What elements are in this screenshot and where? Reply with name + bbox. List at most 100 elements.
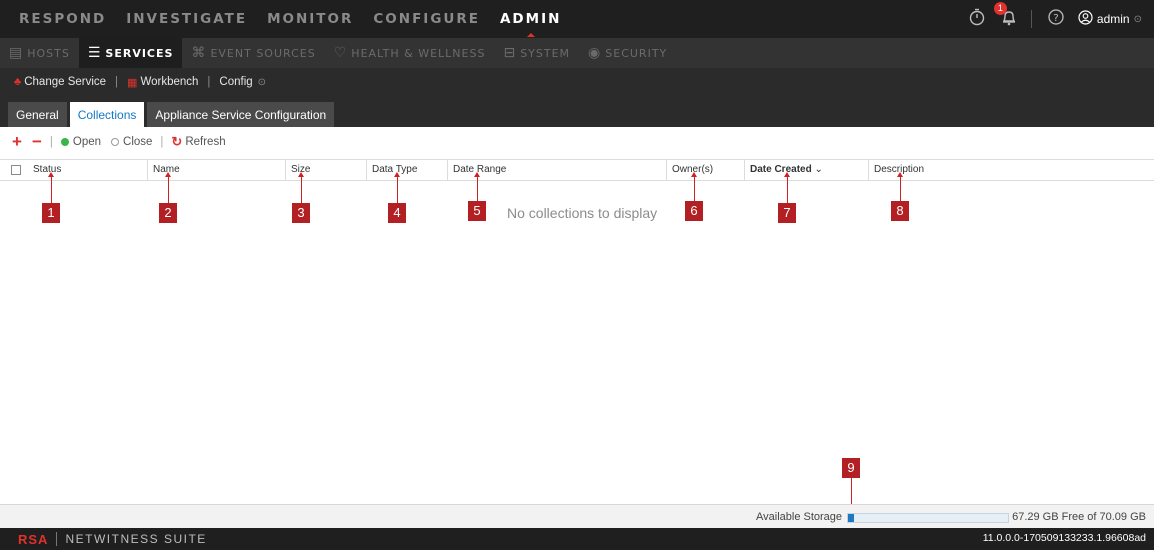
workbench-icon: ▦ xyxy=(127,76,138,89)
subnav-hosts-label: HOSTS xyxy=(27,46,70,60)
change-service-button[interactable]: Change Service xyxy=(24,76,106,88)
callout-marker: 9 xyxy=(842,458,860,478)
callout-marker: 3 xyxy=(292,203,310,223)
nav-investigate[interactable]: INVESTIGATE xyxy=(126,11,247,27)
storage-free-text: 67.29 GB Free of 70.09 GB xyxy=(1012,511,1146,523)
subnav-security-label: SECURITY xyxy=(605,46,668,60)
tab-general[interactable]: General xyxy=(8,102,67,127)
divider xyxy=(1030,10,1032,28)
stopwatch-icon[interactable] xyxy=(969,8,985,31)
user-name: admin xyxy=(1096,12,1130,26)
add-collection-button[interactable]: + xyxy=(12,132,22,152)
user-icon xyxy=(1078,10,1093,28)
callout-marker: 8 xyxy=(891,201,909,221)
column-description[interactable]: Description xyxy=(869,160,1154,180)
notification-badge: 1 xyxy=(993,1,1007,15)
rsa-logo: RSA xyxy=(18,531,49,547)
footer: RSA NETWITNESS SUITE 11.0.0.0-1705091332… xyxy=(0,528,1154,550)
select-all-checkbox[interactable] xyxy=(11,165,21,175)
subnav-hosts[interactable]: ▤ HOSTS xyxy=(0,38,79,68)
product-name: NETWITNESS SUITE xyxy=(65,532,207,546)
collections-table-header: Status Name Size Data Type Date Range Ow… xyxy=(0,159,1154,181)
callout-arrow xyxy=(784,172,790,203)
nav-respond[interactable]: RESPOND xyxy=(19,11,106,27)
callout-arrow xyxy=(48,172,54,203)
notifications-bell-icon[interactable]: 1 xyxy=(993,1,1017,31)
column-date-created[interactable]: Date Created ⌄ xyxy=(745,160,869,180)
column-status[interactable]: Status xyxy=(28,160,148,180)
open-button[interactable]: Open xyxy=(60,136,102,148)
divider: | xyxy=(115,76,119,88)
close-button[interactable]: Close xyxy=(101,136,152,148)
divider: | xyxy=(207,76,211,88)
callout-arrow xyxy=(691,172,697,201)
subnav-health-wellness-label: HEALTH & WELLNESS xyxy=(351,46,486,60)
config-dropdown[interactable]: Config xyxy=(219,76,252,88)
column-data-type[interactable]: Data Type xyxy=(367,160,448,180)
heart-icon: ♡ xyxy=(333,45,348,61)
open-label: Open xyxy=(72,136,102,148)
divider: | xyxy=(160,136,164,148)
storage-status-bar: Available Storage 67.29 GB Free of 70.09… xyxy=(0,504,1154,528)
callout-marker: 5 xyxy=(468,201,486,221)
nav-monitor[interactable]: MONITOR xyxy=(267,11,353,27)
change-service-icon: ♣ xyxy=(14,76,22,88)
callout-arrow xyxy=(897,172,903,201)
help-icon[interactable]: ? xyxy=(1048,8,1064,30)
subnav-health-wellness[interactable]: ♡ HEALTH & WELLNESS xyxy=(325,38,495,68)
callout-marker: 7 xyxy=(778,203,796,223)
column-size[interactable]: Size xyxy=(286,160,367,180)
svg-text:?: ? xyxy=(1053,13,1058,24)
callout-marker: 4 xyxy=(388,203,406,223)
callout-arrow xyxy=(298,172,304,203)
close-status-icon xyxy=(111,138,120,146)
column-date-range[interactable]: Date Range xyxy=(448,160,667,180)
system-icon: ⊟ xyxy=(503,45,517,61)
page: RESPOND INVESTIGATE MONITOR CONFIGURE AD… xyxy=(0,0,1154,550)
callout-marker: 2 xyxy=(159,203,177,223)
services-database-icon: ☰ xyxy=(87,45,102,61)
divider: | xyxy=(49,136,53,148)
callout-arrow xyxy=(474,172,480,201)
open-status-icon xyxy=(60,138,69,146)
storage-meter-fill xyxy=(848,514,854,522)
top-nav: RESPOND INVESTIGATE MONITOR CONFIGURE AD… xyxy=(0,0,1154,38)
callout-marker: 1 xyxy=(42,203,60,223)
collections-toolbar: + − | Open Close | ↻ Refresh xyxy=(0,127,1154,157)
subnav-services[interactable]: ☰ SERVICES xyxy=(78,38,183,68)
nav-configure[interactable]: CONFIGURE xyxy=(373,11,480,27)
subnav-event-sources[interactable]: ⌘ EVENT SOURCES xyxy=(182,38,324,68)
empty-state-message: No collections to display xyxy=(507,205,658,221)
version-text: 11.0.0.0-170509133233.1.96608ad xyxy=(982,532,1146,544)
nav-admin[interactable]: ADMIN xyxy=(500,11,561,37)
column-date-created-label: Date Created xyxy=(750,164,812,175)
callout-arrow xyxy=(394,172,400,203)
workbench-button[interactable]: Workbench xyxy=(140,76,198,88)
top-right-controls: 1 ? admin ⊙ xyxy=(953,0,1142,38)
tabs-row: General Collections Appliance Service Co… xyxy=(0,96,1154,127)
chevron-down-icon: ⊙ xyxy=(1133,13,1142,25)
available-storage-label: Available Storage xyxy=(756,511,843,523)
callout-arrow xyxy=(848,478,854,510)
shield-icon: ◉ xyxy=(588,45,602,61)
subnav-event-sources-label: EVENT SOURCES xyxy=(210,46,316,60)
callout-arrow xyxy=(165,172,171,203)
subnav-security[interactable]: ◉ SECURITY xyxy=(579,38,676,68)
chevron-down-icon[interactable]: ⊙ xyxy=(258,77,266,88)
user-menu[interactable]: admin ⊙ xyxy=(1078,10,1142,28)
storage-meter xyxy=(847,513,1009,523)
subnav-system-label: SYSTEM xyxy=(520,46,571,60)
event-sources-icon: ⌘ xyxy=(191,45,207,61)
refresh-icon: ↻ xyxy=(171,134,183,149)
refresh-button[interactable]: ↻ Refresh xyxy=(171,134,225,150)
remove-collection-button[interactable]: − xyxy=(32,132,42,152)
admin-sub-nav: ▤ HOSTS ☰ SERVICES ⌘ EVENT SOURCES ♡ HEA… xyxy=(0,38,1154,68)
column-owners[interactable]: Owner(s) xyxy=(667,160,745,180)
hosts-icon: ▤ xyxy=(9,45,24,61)
tab-collections[interactable]: Collections xyxy=(69,102,145,127)
subnav-system[interactable]: ⊟ SYSTEM xyxy=(494,38,579,68)
sort-descending-icon: ⌄ xyxy=(814,164,823,175)
subnav-services-label: SERVICES xyxy=(105,46,174,60)
refresh-label: Refresh xyxy=(185,136,226,148)
tab-appliance-service-configuration[interactable]: Appliance Service Configuration xyxy=(147,102,335,127)
